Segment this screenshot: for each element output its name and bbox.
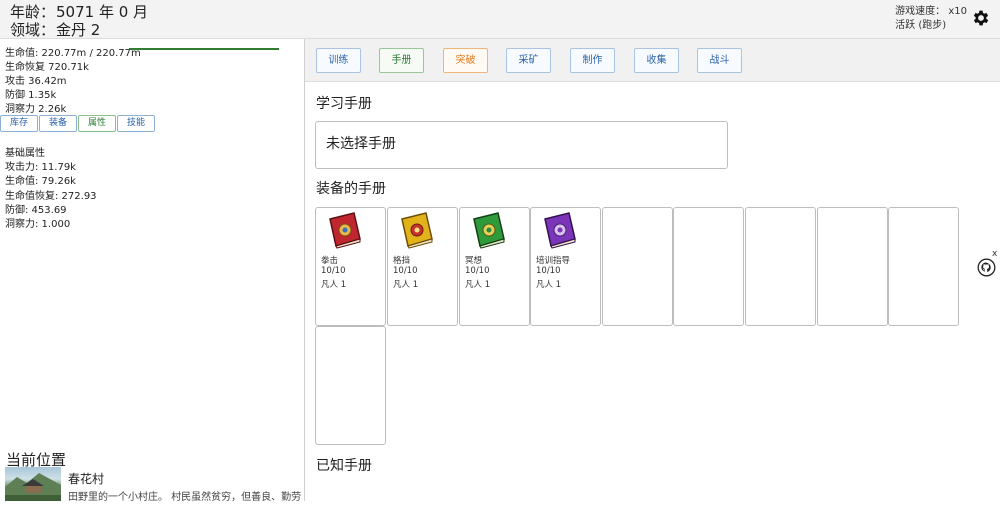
nav-mining-button[interactable]: 采矿 bbox=[506, 48, 551, 73]
learn-manual-title: 学习手册 bbox=[316, 96, 372, 112]
base-hp: 生命值: 79.26k bbox=[5, 176, 76, 187]
tab-skills[interactable]: 技能 bbox=[117, 115, 156, 132]
manual-level: 10/10 bbox=[536, 266, 561, 276]
manual-slot-4[interactable]: 培训指导 10/10 凡人 1 bbox=[530, 207, 601, 326]
manual-select-value: 未选择手册 bbox=[326, 136, 396, 152]
known-manuals-title: 已知手册 bbox=[316, 458, 372, 474]
base-defense: 防御: 453.69 bbox=[5, 205, 67, 216]
base-hp-regen: 生命值恢复: 272.93 bbox=[5, 191, 97, 202]
nav-breakthrough-button[interactable]: 突破 bbox=[443, 48, 488, 73]
base-insight: 洞察力: 1.000 bbox=[5, 219, 71, 230]
nav-train-button[interactable]: 训练 bbox=[316, 48, 361, 73]
manual-name: 格挡 bbox=[393, 256, 411, 266]
stat-attack: 攻击 36.42m bbox=[5, 76, 67, 87]
equipped-manuals-title: 装备的手册 bbox=[316, 181, 386, 197]
manual-level: 10/10 bbox=[321, 266, 346, 276]
manual-slot-10[interactable] bbox=[315, 326, 386, 445]
game-speed-text: 游戏速度： x10 bbox=[895, 6, 967, 17]
manual-rank: 凡人 1 bbox=[393, 280, 419, 290]
activity-status-text: 活跃 (跑步) bbox=[895, 20, 947, 31]
nav-gathering-button[interactable]: 收集 bbox=[634, 48, 679, 73]
tab-equipment[interactable]: 装备 bbox=[39, 115, 78, 132]
manual-rank: 凡人 1 bbox=[465, 280, 491, 290]
github-icon[interactable] bbox=[977, 258, 996, 277]
manual-slot-7[interactable] bbox=[745, 207, 816, 326]
tab-attributes[interactable]: 属性 bbox=[78, 115, 117, 132]
left-tabs: 库存 装备 属性 技能 bbox=[0, 115, 156, 132]
game-speed-panel: 游戏速度： x10 活跃 (跑步) bbox=[895, 5, 967, 33]
manual-slot-6[interactable] bbox=[673, 207, 744, 326]
nav-crafting-button[interactable]: 制作 bbox=[570, 48, 615, 73]
manual-slot-9[interactable] bbox=[888, 207, 959, 326]
manual-select[interactable]: 未选择手册 bbox=[315, 121, 728, 169]
manual-slot-5[interactable] bbox=[602, 207, 673, 326]
base-attributes-title: 基础属性 bbox=[5, 148, 45, 159]
top-bar: 年龄：5071 年 0 月 领域：金丹 2 游戏速度： x10 活跃 (跑步) bbox=[0, 0, 1000, 39]
green-book-icon bbox=[473, 212, 505, 249]
manual-slot-1[interactable]: 拳击 10/10 凡人 1 bbox=[315, 207, 386, 326]
stat-hp: 生命值: 220.77m / 220.77m bbox=[5, 48, 141, 59]
purple-book-icon bbox=[544, 212, 576, 249]
base-attack: 攻击力: 11.79k bbox=[5, 162, 76, 173]
manual-slot-2[interactable]: 格挡 10/10 凡人 1 bbox=[387, 207, 458, 326]
manual-rank: 凡人 1 bbox=[536, 280, 562, 290]
manual-slot-8[interactable] bbox=[817, 207, 888, 326]
red-book-icon bbox=[329, 212, 361, 249]
realm-label: 领域： bbox=[10, 21, 56, 39]
nav-manual-button[interactable]: 手册 bbox=[379, 48, 424, 73]
stat-regen: 生命恢复 720.71k bbox=[5, 62, 89, 73]
tab-inventory[interactable]: 库存 bbox=[0, 115, 39, 132]
manual-slot-3[interactable]: 冥想 10/10 凡人 1 bbox=[459, 207, 530, 326]
manual-rank: 凡人 1 bbox=[321, 280, 347, 290]
realm-value: 金丹 2 bbox=[56, 21, 101, 39]
stat-defense: 防御 1.35k bbox=[5, 90, 57, 101]
nav-combat-button[interactable]: 战斗 bbox=[697, 48, 742, 73]
manual-name: 培训指导 bbox=[536, 256, 571, 266]
realm-row: 领域：金丹 2 bbox=[10, 19, 100, 40]
hp-bar bbox=[129, 48, 279, 50]
location-name: 春花村 bbox=[68, 472, 105, 486]
manual-level: 10/10 bbox=[393, 266, 418, 276]
manual-name: 拳击 bbox=[321, 256, 339, 266]
manual-level: 10/10 bbox=[465, 266, 490, 276]
gear-icon[interactable] bbox=[971, 8, 991, 28]
location-image bbox=[5, 467, 61, 501]
yellow-book-icon bbox=[401, 212, 433, 249]
manual-name: 冥想 bbox=[465, 256, 483, 266]
stat-insight: 洞察力 2.26k bbox=[5, 104, 67, 115]
